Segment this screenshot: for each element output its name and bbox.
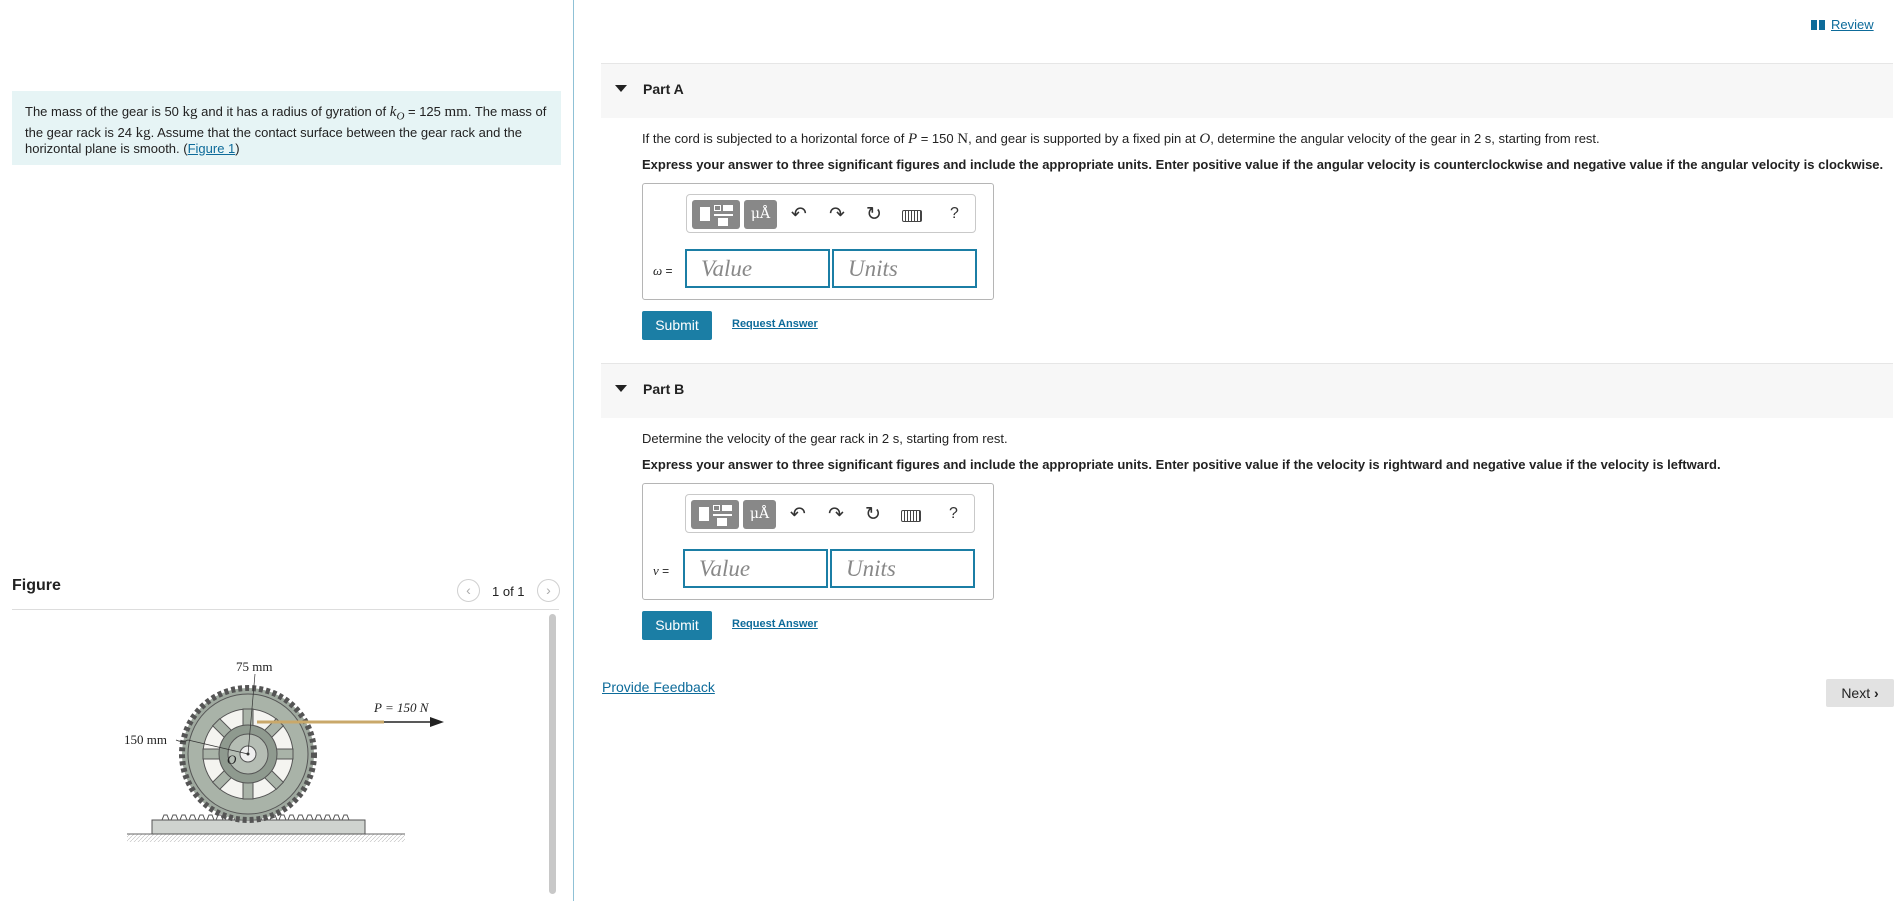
part-a-answer-box: μÅ ↶ ↷ ↻ ? ω = Value Units [642,183,994,300]
problem-statement: The mass of the gear is 50 kg and it has… [12,91,561,165]
part-a-title: Part A [643,81,684,97]
label-75mm: 75 mm [236,659,272,674]
question-text: , and gear is supported by a fixed pin a… [968,131,1200,146]
part-b-question: Determine the velocity of the gear rack … [642,431,1008,446]
unit-kg: kg [135,124,151,141]
question-text: = 150 [917,131,958,146]
units-symbols-button[interactable]: μÅ [744,200,777,229]
figure-1-link[interactable]: Figure 1 [188,141,236,156]
review-link[interactable]: Review [1811,17,1874,32]
figure-prev-button[interactable]: ‹ [457,579,480,602]
part-a-question: If the cord is subjected to a horizontal… [642,131,1600,148]
figure-next-button[interactable]: › [537,579,560,602]
unit-mm: mm [444,104,468,120]
chevron-right-icon: › [1874,685,1879,701]
reset-icon[interactable]: ↻ [862,201,886,227]
unit-kg: kg [182,104,198,120]
figure-title: Figure [12,577,61,594]
problem-text: ) [235,140,240,156]
gear-rack-diagram: 75 mm 150 mm P = 150 N O [124,659,444,842]
problem-text: and it has a radius of gyration of [197,104,390,119]
label-force: P = 150 N [373,700,430,715]
units-input[interactable]: Units [832,249,977,288]
question-text: If the cord is subjected to a horizontal… [642,131,908,146]
symbol-P: P [907,131,918,147]
redo-icon[interactable]: ↷ [825,201,849,227]
problem-text: = 125 [404,104,445,119]
redo-icon[interactable]: ↷ [824,501,848,527]
math-toolbar: μÅ ↶ ↷ ↻ ? [686,194,976,233]
chevron-left-icon: ‹ [466,582,471,598]
provide-feedback-link[interactable]: Provide Feedback [602,679,715,695]
force-arrow [430,717,444,727]
book-icon [1811,19,1825,30]
units-symbols-button[interactable]: μÅ [743,500,776,529]
templates-button[interactable] [692,200,740,229]
part-b-instruction: Express your answer to three significant… [642,457,1721,472]
math-toolbar: μÅ ↶ ↷ ↻ ? [685,494,975,533]
divider [12,609,559,610]
keyboard-icon[interactable] [901,510,921,522]
units-input[interactable]: Units [830,549,975,588]
problem-text: The mass of the gear is 50 [25,104,183,119]
part-a-submit-button[interactable]: Submit [642,311,712,340]
question-text: , determine the angular velocity of the … [1210,131,1600,146]
equals-sign: = [662,264,673,278]
label-150mm: 150 mm [124,732,167,747]
figure-scrollbar[interactable] [549,614,556,894]
part-a-instruction: Express your answer to three significant… [642,157,1884,172]
review-label: Review [1831,17,1874,32]
undo-icon[interactable]: ↶ [787,201,811,227]
omega-symbol: ω [653,263,663,278]
caret-down-icon [615,85,627,92]
next-button[interactable]: Next › [1826,679,1894,707]
left-pane: The mass of the gear is 50 kg and it has… [0,0,574,901]
part-a-request-answer-link[interactable]: Request Answer [732,318,818,330]
value-input[interactable]: Value [683,549,828,588]
part-b-header[interactable]: Part B [601,363,1893,418]
omega-label: ω = [653,263,673,279]
undo-icon[interactable]: ↶ [786,501,810,527]
ground-surface [127,834,405,842]
help-icon[interactable]: ? [950,201,959,227]
help-icon[interactable]: ? [949,501,958,527]
next-label: Next [1841,685,1871,701]
equals-sign: = [658,564,670,578]
caret-down-icon [615,385,627,392]
part-b-answer-box: μÅ ↶ ↷ ↻ ? v = Value Units [642,483,994,600]
symbol-O: O [1199,131,1211,147]
value-input[interactable]: Value [685,249,830,288]
part-b-title: Part B [643,381,685,397]
templates-button[interactable] [691,500,739,529]
keyboard-icon[interactable] [902,210,922,222]
part-a-header[interactable]: Part A [601,63,1893,118]
figure-pager-count: 1 of 1 [492,584,525,599]
part-b-request-answer-link[interactable]: Request Answer [732,618,818,630]
part-b-submit-button[interactable]: Submit [642,611,712,640]
figure-image: 75 mm 150 mm P = 150 N O [12,612,542,892]
unit-N: N [957,131,969,147]
v-label: v = [653,563,669,579]
chevron-right-icon: › [546,582,551,598]
label-O: O [227,752,237,767]
reset-icon[interactable]: ↻ [861,501,885,527]
